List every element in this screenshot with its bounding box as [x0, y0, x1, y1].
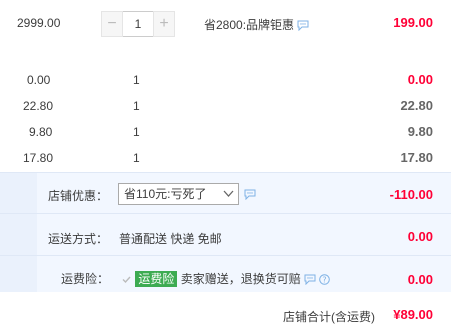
- row-subtotal: 9.80: [407, 124, 433, 139]
- row-qty: 1: [133, 151, 140, 165]
- unit-price: 2999.00: [17, 16, 61, 30]
- insurance-option: 运费险 卖家赠送，退换货可赔 ?: [121, 270, 331, 287]
- shop-discount-selected: 省110元:亏死了: [124, 187, 207, 201]
- help-icon[interactable]: ?: [319, 274, 331, 286]
- chat-icon[interactable]: [297, 20, 309, 32]
- row-price: 22.80: [23, 99, 54, 113]
- insurance-text: 卖家赠送，退换货可赔: [180, 272, 301, 286]
- divider: [0, 213, 451, 214]
- row-qty: 1: [133, 125, 140, 139]
- quantity-stepper: − 1 +: [101, 11, 175, 37]
- total-amount: ¥89.00: [393, 307, 433, 322]
- total-label: 店铺合计(含运费): [283, 310, 375, 324]
- chat-icon[interactable]: [304, 274, 316, 286]
- shop-discount-amount: -110.00: [389, 187, 433, 202]
- shipping-method: 普通配送 快递 免邮: [119, 232, 222, 246]
- shop-discount-label: 店铺优惠：: [48, 189, 109, 203]
- divider: [0, 172, 451, 173]
- row-subtotal: 17.80: [400, 150, 433, 165]
- row-price: 9.80: [29, 125, 53, 139]
- chat-icon[interactable]: [244, 189, 256, 200]
- shipping-amount: 0.00: [407, 229, 433, 244]
- row-subtotal: 0.00: [407, 72, 433, 87]
- quantity-input[interactable]: 1: [123, 11, 153, 37]
- shop-discount-select[interactable]: 省110元:亏死了: [118, 183, 239, 205]
- row-qty: 1: [133, 73, 140, 87]
- divider: [0, 255, 451, 256]
- item-subtotal: 199.00: [393, 15, 433, 30]
- promo-text: 省2800:品牌钜惠: [204, 16, 309, 33]
- row-price: 17.80: [23, 151, 54, 165]
- insurance-label: 运费险：: [61, 272, 110, 286]
- row-qty: 1: [133, 99, 140, 113]
- total-section: [0, 292, 451, 336]
- promo-label: 省2800:品牌钜惠: [204, 18, 295, 32]
- shipping-label: 运送方式：: [48, 232, 109, 246]
- svg-text:?: ?: [323, 276, 327, 285]
- row-subtotal: 22.80: [400, 98, 433, 113]
- decrease-button[interactable]: −: [101, 11, 123, 37]
- insurance-badge: 运费险: [135, 271, 178, 287]
- section-strip: [0, 172, 37, 292]
- checkbox-icon[interactable]: [121, 274, 132, 285]
- chevron-down-icon: [223, 190, 234, 197]
- increase-button[interactable]: +: [153, 11, 175, 37]
- insurance-amount: 0.00: [407, 272, 433, 287]
- row-price: 0.00: [27, 73, 51, 87]
